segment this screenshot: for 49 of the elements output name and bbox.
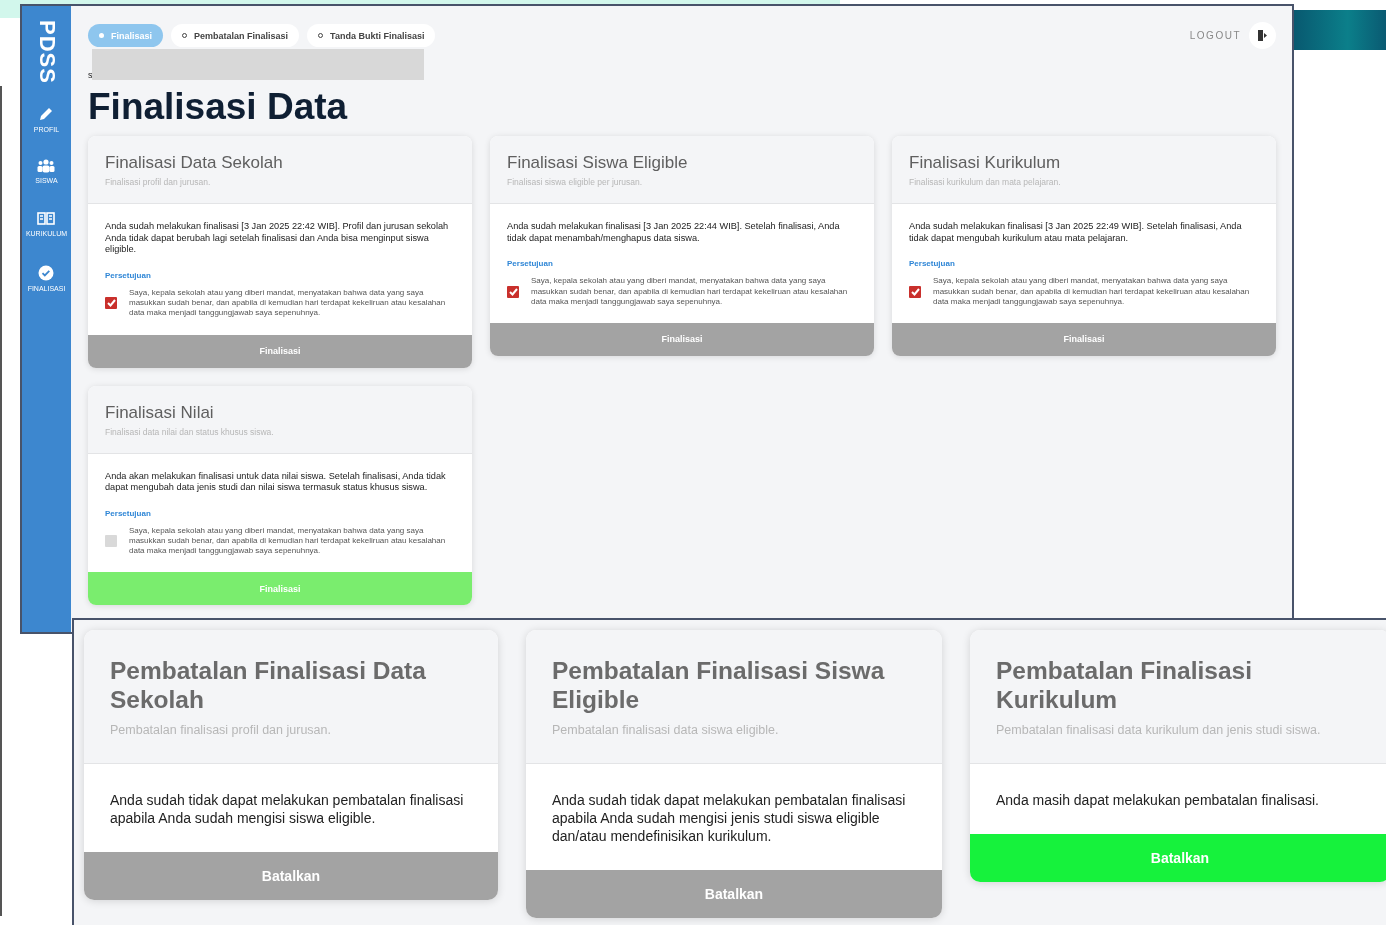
- consent-text: Saya, kepala sekolah atau yang diberi mandat, menyatakan bahwa data yang saya masukkan sudah benar, dan apabila di kemudian hari terdapat kekeliruan atau kesalahan data maka menjadi tanggungjawab saya sepenuhnya.: [129, 288, 447, 319]
- card-subtitle: Pembatalan finalisasi profil dan jurusan.: [110, 722, 332, 737]
- consent-label: Persetujuan: [507, 259, 554, 269]
- consent-label: Persetujuan: [105, 508, 152, 518]
- card-description: Anda sudah melakukan finalisasi [3 Jan 2025 22:49 WIB]. Setelah finalisasi, Anda tidak dapat mengubah kurikulum atau mata pelajaran.: [909, 221, 1243, 245]
- logout-button[interactable]: [1249, 22, 1276, 49]
- card-title: Finalisasi Nilai: [105, 402, 215, 423]
- door-exit-icon: [1257, 30, 1268, 41]
- checkbox[interactable]: [105, 535, 117, 548]
- card-title: Finalisasi Data Sekolah: [105, 153, 284, 173]
- finalize-button[interactable]: Finalisasi: [88, 572, 472, 606]
- checkbox[interactable]: [105, 297, 117, 310]
- tab[interactable]: Finalisasi: [88, 24, 164, 47]
- card-subtitle: Pembatalan finalisasi data kurikulum dan jenis studi siswa.: [996, 722, 1322, 737]
- breadcrumb: s: [88, 70, 92, 80]
- checkbox[interactable]: [507, 285, 519, 298]
- book-icon: [37, 211, 56, 226]
- users-icon: [37, 158, 56, 173]
- finalize-button[interactable]: Finalisasi: [88, 334, 472, 368]
- app-logo: PDSS: [33, 20, 60, 84]
- cancel-button[interactable]: Batalkan: [970, 833, 1386, 882]
- card-description: Anda sudah melakukan finalisasi [3 Jan 2025 22:44 WIB]. Setelah finalisasi, Anda tidak dapat menambah/menghapus data siswa.: [507, 221, 841, 245]
- tab[interactable]: Pembatalan Finalisasi: [171, 24, 300, 47]
- page-title: Finalisasi Data: [88, 88, 349, 125]
- finalize-button[interactable]: Finalisasi: [892, 322, 1276, 356]
- card-title: Pembatalan Finalisasi Kurikulum: [996, 656, 1253, 715]
- card-description: Anda masih dapat melakukan pembatalan finalisasi.: [995, 790, 1320, 810]
- card-description: Anda sudah melakukan finalisasi [3 Jan 2025 22:42 WIB]. Profil dan jurusan sekolah Anda tidak dapat berubah lagi setelah finalisasi dan Anda bisa menginput siswa eligible.: [105, 221, 450, 257]
- finalize-button[interactable]: Finalisasi: [490, 322, 874, 356]
- consent-text: Saya, kepala sekolah atau yang diberi mandat, menyatakan bahwa data yang saya masukkan sudah benar, dan apabila di kemudian hari terdapat kekeliruan atau kesalahan data maka menjadi tanggungjawab saya sepenuhnya.: [129, 525, 447, 557]
- consent-text: Saya, kepala sekolah atau yang diberi mandat, menyatakan bahwa data yang saya masukkan sudah benar, dan apabila di kemudian hari terdapat kekeliruan atau kesalahan data maka menjadi tanggungjawab saya sepenuhnya.: [531, 276, 849, 307]
- card-title: Finalisasi Kurikulum: [909, 153, 1062, 173]
- check-circle-icon: [38, 264, 55, 281]
- consent-label: Persetujuan: [105, 271, 152, 281]
- card-description: Anda akan melakukan finalisasi untuk data nilai siswa. Setelah finalisasi, Anda tidak dapat mengubah data jenis studi dan nilai siswa termasuk status khusus siswa.: [105, 470, 447, 494]
- card-title: Pembatalan Finalisasi Data Sekolah: [110, 656, 427, 715]
- card-title: Pembatalan Finalisasi Siswa Eligible: [552, 656, 886, 715]
- tab[interactable]: Tanda Bukti Finalisasi: [307, 24, 436, 47]
- card-title: Finalisasi Siswa Eligible: [507, 153, 689, 173]
- card-subtitle: Pembatalan finalisasi data siswa eligible.: [552, 722, 780, 737]
- cancel-button[interactable]: Batalkan: [84, 852, 498, 901]
- card-description: Anda sudah tidak dapat melakukan pembatalan finalisasi apabila Anda sudah mengisi jenis studi siswa eligible dan/atau mendefinisikan kurikulum.: [551, 790, 907, 847]
- checkbox[interactable]: [909, 285, 921, 298]
- card-description: Anda sudah tidak dapat melakukan pembatalan finalisasi apabila Anda sudah mengisi siswa eligible.: [109, 790, 465, 828]
- consent-label: Persetujuan: [909, 259, 956, 269]
- consent-text: Saya, kepala sekolah atau yang diberi mandat, menyatakan bahwa data yang saya masukkan sudah benar, dan apabila di kemudian hari terdapat kekeliruan atau kesalahan data maka menjadi tanggungjawab saya sepenuhnya.: [933, 276, 1251, 307]
- pencil-icon: [38, 105, 55, 122]
- logout-label: LOGOUT: [1189, 30, 1241, 41]
- cancel-button[interactable]: Batalkan: [526, 870, 942, 919]
